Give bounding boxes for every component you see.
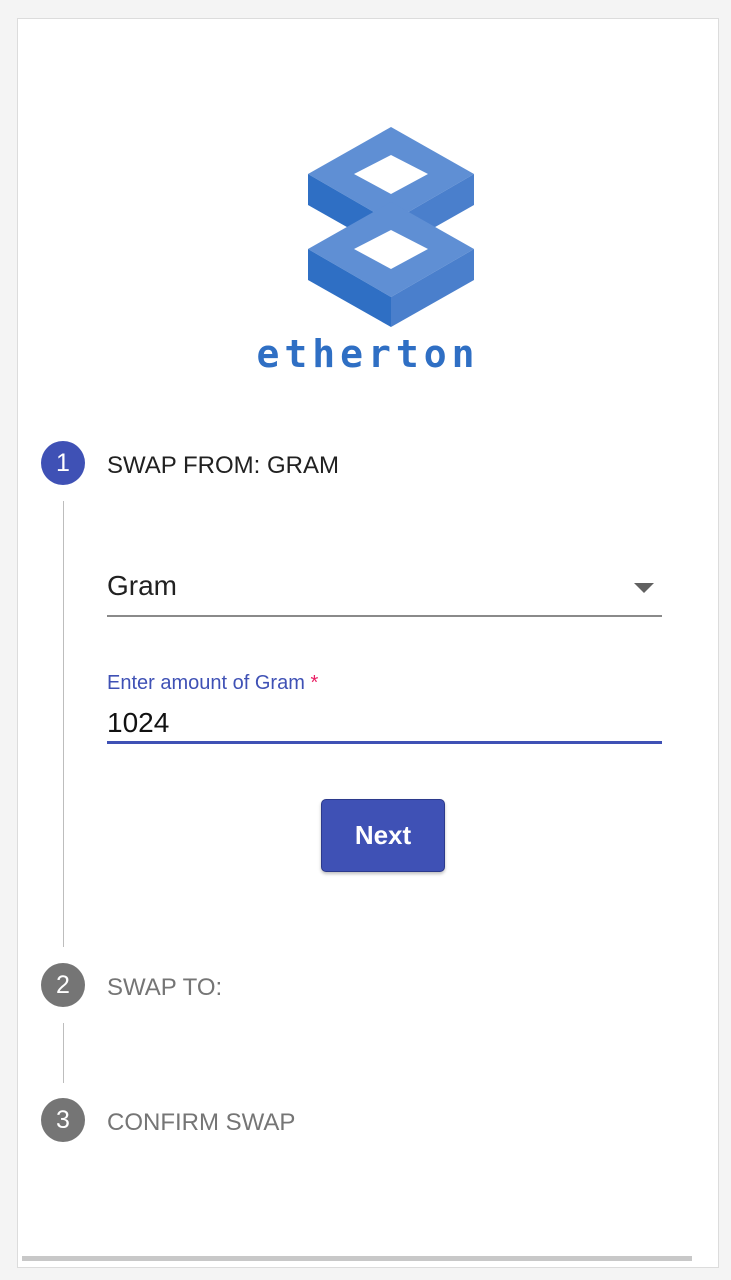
step-3-label[interactable]: CONFIRM SWAP bbox=[107, 1109, 295, 1137]
step-connector bbox=[63, 1023, 64, 1083]
etherton-logo-icon bbox=[308, 127, 474, 327]
horizontal-scrollbar[interactable] bbox=[22, 1256, 692, 1261]
amount-input[interactable] bbox=[107, 705, 662, 744]
required-asterisk: * bbox=[310, 672, 319, 694]
step-connector bbox=[63, 501, 64, 947]
step-2-label[interactable]: SWAP TO: bbox=[107, 974, 222, 1002]
step-2-indicator: 2 bbox=[41, 963, 85, 1007]
brand-name: etherton bbox=[256, 332, 480, 376]
next-button[interactable]: Next bbox=[321, 799, 445, 872]
amount-field: Enter amount of Gram * bbox=[107, 667, 662, 744]
step-1-label[interactable]: SWAP FROM: GRAM bbox=[107, 452, 339, 480]
currency-select-value: Gram bbox=[107, 570, 177, 601]
swap-card: etherton 1 SWAP FROM: GRAM Gram Enter am… bbox=[17, 18, 719, 1268]
step-1-indicator: 1 bbox=[41, 441, 85, 485]
dropdown-arrow-icon bbox=[634, 583, 654, 593]
step-3-indicator: 3 bbox=[41, 1098, 85, 1142]
amount-field-label: Enter amount of Gram * bbox=[107, 672, 319, 694]
currency-select[interactable]: Gram bbox=[107, 567, 662, 617]
